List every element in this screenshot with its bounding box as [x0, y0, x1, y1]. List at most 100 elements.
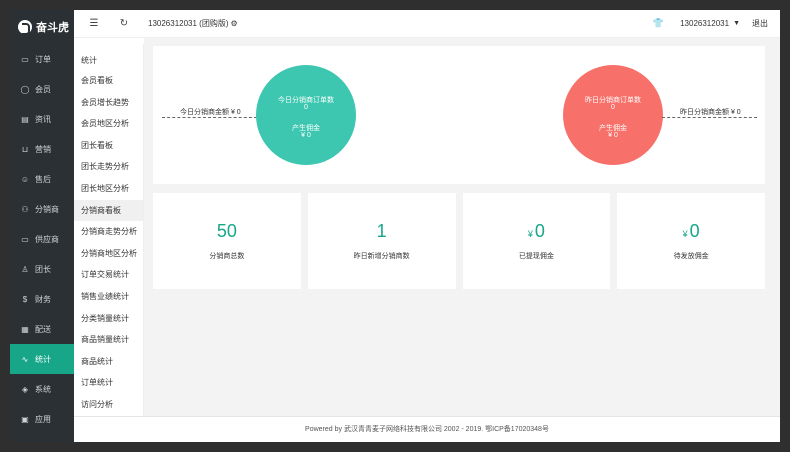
cart-icon: ▭ — [21, 54, 29, 64]
gear-icon[interactable]: ⚙ — [231, 19, 238, 28]
nav-item[interactable]: ▣ 应用 — [10, 404, 74, 434]
nav-item-label: 系统 — [35, 384, 51, 394]
submenu-item[interactable]: 会员增长趋势 — [74, 92, 143, 114]
money-icon: $ — [22, 294, 28, 304]
nav-item-label: 会员 — [35, 84, 51, 94]
logout-link[interactable]: 退出 — [752, 18, 768, 29]
nav-item-label: 营销 — [35, 144, 51, 154]
refresh-icon[interactable]: ↻ — [114, 18, 134, 29]
yesterday-commission-value: ¥ 0 — [608, 132, 618, 139]
nav-item[interactable]: ◯ 会员 — [10, 74, 74, 104]
user-icon: ◯ — [20, 84, 30, 94]
app-window: 奋斗虎 ▭ 订单 ◯ 会员 ▤ 资讯 ⊔ 营销 ☺ 售后 ⚇ 分销商 ▭ 供应商 ♙ 团长 $ 财务 ▦ 配送 ∿ 统计 ◈… — [10, 10, 780, 442]
submenu-item[interactable]: 访问分析 — [74, 394, 143, 416]
shopping-cart-icon: ⊔ — [21, 144, 29, 154]
nav-item-label: 团长 — [35, 264, 51, 274]
stat-card: 50 分销商总数 — [153, 193, 301, 289]
currency-symbol: ¥ — [682, 229, 688, 239]
main-sidebar: 奋斗虎 ▭ 订单 ◯ 会员 ▤ 资讯 ⊔ 营销 ☺ 售后 ⚇ 分销商 ▭ 供应商 ♙ 团长 $ 财务 ▦ 配送 ∿ 统计 ◈… — [10, 10, 74, 442]
theme-shirt-icon[interactable]: 👕 — [653, 18, 664, 29]
nav-item-label: 统计 — [35, 354, 51, 364]
submenu-item[interactable]: 分销商走势分析 — [74, 221, 143, 243]
submenu-item[interactable]: 团长地区分析 — [74, 178, 143, 200]
stat-number: 0 — [689, 221, 700, 241]
stat-value: 50 — [153, 221, 301, 242]
nav-item[interactable]: ◈ 系统 — [10, 374, 74, 404]
nav-item[interactable]: ⊔ 营销 — [10, 134, 74, 164]
brand-name: 奋斗虎 — [36, 22, 69, 34]
nav-item[interactable]: ▭ 供应商 — [10, 224, 74, 254]
menu-toggle-icon[interactable]: ☰ — [84, 18, 104, 29]
nav-item[interactable]: $ 财务 — [10, 284, 74, 314]
nav-item-label: 资讯 — [35, 114, 51, 124]
chevron-down-icon[interactable]: ▼ — [733, 20, 740, 27]
stat-value: ¥0 — [463, 221, 611, 242]
currency-symbol: ¥ — [527, 229, 533, 239]
submenu-item[interactable]: 分类销量统计 — [74, 308, 143, 330]
stat-label: 待发放佣金 — [673, 253, 709, 260]
user-menu[interactable]: 13026312031 — [680, 19, 729, 28]
stat-label: 已提现佣金 — [518, 253, 554, 260]
submenu-item[interactable]: 会员看板 — [74, 70, 143, 92]
stat-number: 1 — [376, 221, 387, 241]
submenu-item[interactable]: 分销商看板 — [74, 199, 143, 222]
submenu-item[interactable]: 分销商地区分析 — [74, 243, 143, 265]
submenu-item[interactable]: 会员地区分析 — [74, 113, 143, 135]
nav-item[interactable]: ▦ 配送 — [10, 314, 74, 344]
stat-card: 1 昨日新增分销商数 — [307, 193, 456, 289]
submenu-title: 统计 — [81, 56, 97, 65]
today-summary-circle: 今日分销商订单数 0 产生佣金 ¥ 0 — [256, 65, 356, 165]
nav-item[interactable]: ♙ 团长 — [10, 254, 74, 284]
stats-submenu: 统计 会员看板 会员增长趋势 会员地区分析 团长看板 团长走势分析 团长地区分析 分销商看板… — [74, 44, 144, 416]
logo-icon — [18, 20, 32, 35]
main-content: 今日分销商金额 ¥ 0 今日分销商订单数 0 产生佣金 ¥ 0 昨日分销商订单数… — [144, 38, 780, 416]
stat-label: 昨日新增分销商数 — [353, 253, 410, 260]
app-icon: ▣ — [21, 414, 29, 424]
smile-icon: ☺ — [20, 174, 30, 184]
submenu-item[interactable]: 订单交易统计 — [74, 264, 143, 286]
nav-item-label: 财务 — [35, 294, 51, 304]
users-icon: ⚇ — [21, 204, 29, 214]
stat-number: 0 — [534, 221, 545, 241]
submenu-item[interactable]: 团长走势分析 — [74, 156, 143, 178]
stat-cards: 50 分销商总数 1 昨日新增分销商数 ¥0 已提现佣金 ¥0 待发放佣金 — [153, 193, 765, 289]
nav-item[interactable]: ▤ 资讯 — [10, 104, 74, 134]
brand-logo[interactable]: 奋斗虎 — [10, 10, 74, 44]
stat-number: 50 — [216, 221, 237, 241]
yesterday-summary-circle: 昨日分销商订单数 0 产生佣金 ¥ 0 — [563, 65, 663, 165]
submenu-item[interactable]: 销售业绩统计 — [74, 286, 143, 308]
nav-item-label: 订单 — [35, 54, 51, 64]
today-commission-value: ¥ 0 — [301, 132, 311, 139]
nav-item-label: 应用 — [35, 414, 51, 424]
submenu-item[interactable]: 商品销量统计 — [74, 329, 143, 351]
calendar-icon: ▦ — [21, 324, 29, 334]
today-amount-label: 今日分销商金额 ¥ 0 — [180, 109, 241, 116]
nav-item-label: 配送 — [35, 324, 51, 334]
shop-switcher[interactable]: 13026312031 (团购版) ⚙ — [148, 18, 238, 29]
footer: Powered by 武汉青青麦子网络科技有限公司 2002 - 2019. 鄂… — [74, 416, 780, 442]
top-header: ☰ ↻ 13026312031 (团购版) ⚙ 👕 13026312031 ▼ 退… — [74, 10, 780, 38]
person-icon: ♙ — [21, 264, 29, 274]
shop-name: 13026312031 (团购版) — [148, 19, 229, 28]
stat-card: ¥0 待发放佣金 — [617, 193, 765, 289]
order-summary-panel: 今日分销商金额 ¥ 0 今日分销商订单数 0 产生佣金 ¥ 0 昨日分销商订单数… — [153, 46, 765, 184]
nav-item[interactable]: ☺ 售后 — [10, 164, 74, 194]
nav-item[interactable]: ∿ 统计 — [10, 344, 74, 374]
yesterday-orders-value: 0 — [611, 104, 615, 111]
today-orders-value: 0 — [304, 104, 308, 111]
nav-item-label: 供应商 — [35, 234, 59, 244]
today-dash-line — [162, 117, 257, 118]
nav-item[interactable]: ▭ 订单 — [10, 44, 74, 74]
submenu-item[interactable]: 订单统计 — [74, 372, 143, 394]
stat-value: ¥0 — [617, 221, 765, 242]
nav-item[interactable]: ⚇ 分销商 — [10, 194, 74, 224]
submenu-item[interactable]: 团长看板 — [74, 135, 143, 157]
nav-item-label: 分销商 — [35, 204, 59, 214]
stat-card: ¥0 已提现佣金 — [462, 193, 611, 289]
cart-icon: ▭ — [21, 234, 29, 244]
yesterday-amount-label: 昨日分销商金额 ¥ 0 — [680, 109, 741, 116]
shield-icon: ◈ — [21, 384, 29, 394]
stat-value: 1 — [308, 221, 456, 242]
yesterday-dash-line — [662, 117, 757, 118]
submenu-item[interactable]: 商品统计 — [74, 351, 143, 373]
